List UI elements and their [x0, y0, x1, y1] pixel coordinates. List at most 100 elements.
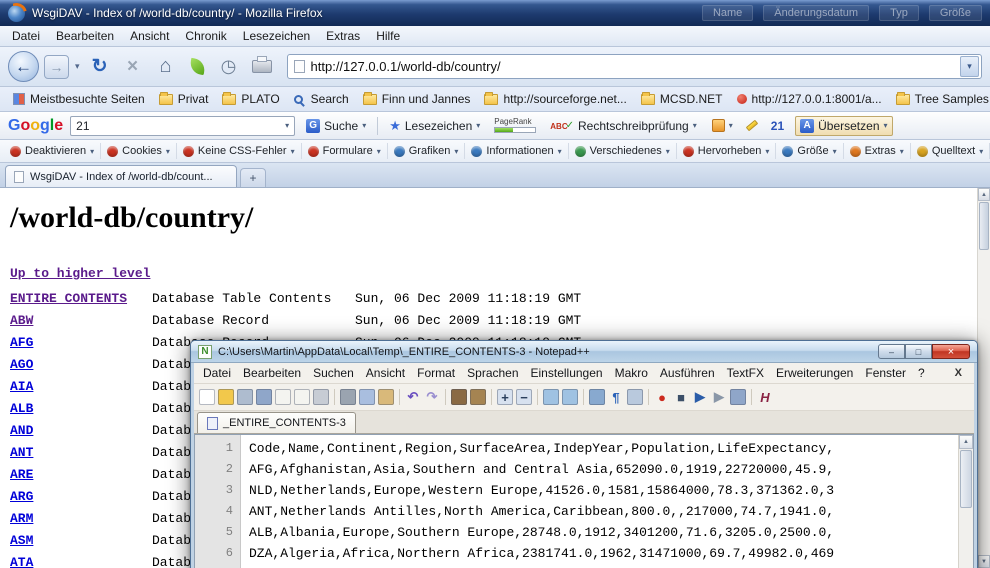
close-doc-icon[interactable] — [275, 389, 291, 405]
listing-link-ata[interactable]: ATA — [10, 555, 33, 568]
home-button[interactable]: ⌂ — [152, 53, 180, 81]
play-macro-icon[interactable]: ▶ — [692, 389, 708, 405]
listing-link-are[interactable]: ARE — [10, 467, 33, 482]
notepad-menu-erweiterungen[interactable]: Erweiterungen — [770, 364, 859, 382]
autofill-button[interactable]: ▾ — [708, 117, 737, 134]
bookmark-search[interactable]: Search — [287, 90, 356, 108]
google-search-input[interactable]: 21 ▾ — [70, 116, 295, 136]
scroll-up-button[interactable]: ▲ — [978, 188, 990, 201]
listing-link-abw[interactable]: ABW — [10, 313, 33, 328]
reload-button[interactable]: ↻ — [86, 53, 114, 81]
print-icon[interactable] — [252, 60, 272, 73]
notepad-menu-bearbeiten[interactable]: Bearbeiten — [237, 364, 307, 382]
reload-timer-icon[interactable]: ◷ — [215, 53, 243, 81]
sync-vertical-icon[interactable] — [543, 389, 559, 405]
menu-datei[interactable]: Datei — [4, 27, 48, 45]
listing-link-aia[interactable]: AIA — [10, 379, 33, 394]
word-find-button[interactable]: 21 — [767, 117, 788, 135]
replace-icon[interactable] — [470, 389, 486, 405]
run-macro-multiple-icon[interactable]: ▶ — [711, 389, 727, 405]
show-all-characters-icon[interactable]: ¶ — [608, 389, 624, 405]
listing-link-alb[interactable]: ALB — [10, 401, 33, 416]
google-bookmarks-button[interactable]: ★ Lesezeichen ▾ — [385, 116, 484, 136]
webdev-hervorheben[interactable]: Hervorheben▾ — [677, 143, 777, 159]
save-icon[interactable] — [237, 389, 253, 405]
webdev-gr-e[interactable]: Größe▾ — [776, 143, 843, 159]
webdev-informationen[interactable]: Informationen▾ — [465, 143, 568, 159]
bookmark-finn-und-jannes[interactable]: Finn und Jannes — [356, 90, 478, 108]
history-dropdown-button[interactable]: ▾ — [74, 61, 81, 72]
zoom-in-icon[interactable]: + — [497, 389, 513, 405]
find-icon[interactable] — [451, 389, 467, 405]
notepad-menu-ansicht[interactable]: Ansicht — [360, 364, 411, 382]
menubar-close-button[interactable]: X — [946, 367, 971, 379]
listing-link-and[interactable]: AND — [10, 423, 33, 438]
up-to-higher-level-link[interactable]: Up to higher level — [10, 266, 150, 281]
redo-icon[interactable]: ↷ — [424, 389, 440, 405]
notepad-menu-datei[interactable]: Datei — [197, 364, 237, 382]
tab-wsgidav-index[interactable]: WsgiDAV - Index of /world-db/count... — [5, 165, 237, 187]
scroll-down-button[interactable]: ▼ — [978, 555, 990, 568]
stop-recording-icon[interactable]: ■ — [673, 389, 689, 405]
spellcheck-button[interactable]: ABC✓ Rechtschreibprüfung ▾ — [546, 117, 700, 135]
bookmark-http-sourceforge-net[interactable]: http://sourceforge.net... — [477, 90, 633, 108]
listing-link-asm[interactable]: ASM — [10, 533, 33, 548]
webdev-keine-css-fehler[interactable]: Keine CSS-Fehler▾ — [177, 143, 302, 159]
webdev-extras[interactable]: Extras▾ — [844, 143, 911, 159]
open-folder-icon[interactable] — [218, 389, 234, 405]
minimize-button[interactable]: – — [878, 344, 905, 359]
code-area[interactable]: Code,Name,Continent,Region,SurfaceArea,I… — [241, 435, 958, 568]
scroll-up-button[interactable]: ▲ — [959, 435, 973, 449]
google-search-button[interactable]: G Suche ▾ — [302, 117, 370, 135]
save-all-icon[interactable] — [256, 389, 272, 405]
notepad-menu-help[interactable]: ? — [912, 364, 931, 382]
menu-bearbeiten[interactable]: Bearbeiten — [48, 27, 122, 45]
listing-link-arm[interactable]: ARM — [10, 511, 33, 526]
bookmark-privat[interactable]: Privat — [152, 90, 216, 108]
webdev-deaktivieren[interactable]: Deaktivieren▾ — [4, 143, 101, 159]
close-all-docs-icon[interactable] — [294, 389, 310, 405]
word-wrap-icon[interactable] — [589, 389, 605, 405]
menu-extras[interactable]: Extras — [318, 27, 368, 45]
bookmark-plato[interactable]: PLATO — [215, 90, 286, 108]
notepad-menu-format[interactable]: Format — [411, 364, 461, 382]
copy-icon[interactable] — [359, 389, 375, 405]
webdev-verschiedenes[interactable]: Verschiedenes▾ — [569, 143, 677, 159]
notepad-menu-makro[interactable]: Makro — [609, 364, 654, 382]
webdev-grafiken[interactable]: Grafiken▾ — [388, 143, 466, 159]
forward-button[interactable]: → — [44, 55, 69, 79]
url-text[interactable]: http://127.0.0.1/world-db/country/ — [311, 59, 954, 74]
notepad-menu-fenster[interactable]: Fenster — [859, 364, 912, 382]
notepad-titlebar[interactable]: N C:\Users\Martin\AppData\Local\Temp\_EN… — [191, 341, 977, 363]
scrollbar-thumb[interactable] — [979, 202, 989, 250]
menu-lesezeichen[interactable]: Lesezeichen — [235, 27, 318, 45]
new-file-icon[interactable] — [199, 389, 215, 405]
menu-ansicht[interactable]: Ansicht — [122, 27, 177, 45]
bookmark-meistbesuchte-seiten[interactable]: Meistbesuchte Seiten — [6, 90, 152, 108]
notepad-menu-sprachen[interactable]: Sprachen — [461, 364, 524, 382]
menu-chronik[interactable]: Chronik — [177, 27, 234, 45]
listing-link-ago[interactable]: AGO — [10, 357, 33, 372]
webdev-formulare[interactable]: Formulare▾ — [302, 143, 388, 159]
notepad-menu-einstellungen[interactable]: Einstellungen — [525, 364, 609, 382]
stop-button[interactable]: × — [119, 53, 147, 81]
notepad-menu-ausf-hren[interactable]: Ausführen — [654, 364, 721, 382]
bookmark-http-127-0-0-1-8001-a[interactable]: http://127.0.0.1:8001/a... — [730, 90, 889, 108]
page-scrollbar[interactable]: ▲ ▼ — [977, 188, 990, 568]
notepad-menu-textfx[interactable]: TextFX — [721, 364, 770, 382]
save-macro-icon[interactable] — [730, 389, 746, 405]
editor[interactable]: 123456 Code,Name,Continent,Region,Surfac… — [194, 434, 974, 568]
undo-icon[interactable]: ↶ — [405, 389, 421, 405]
sync-horizontal-icon[interactable] — [562, 389, 578, 405]
maximize-button[interactable]: □ — [905, 344, 932, 359]
new-tab-button[interactable]: + — [240, 168, 266, 187]
textfx-icon[interactable]: H — [757, 389, 773, 405]
listing-link-ant[interactable]: ANT — [10, 445, 33, 460]
pagerank-indicator[interactable]: PageRank — [491, 117, 539, 134]
document-tab[interactable]: _ENTIRE_CONTENTS-3 — [197, 412, 356, 433]
bookmark-tree-samples[interactable]: Tree Samples — [889, 90, 990, 108]
sage-rss-icon[interactable] — [188, 58, 205, 75]
firefox-titlebar[interactable]: WsgiDAV - Index of /world-db/country/ - … — [0, 0, 990, 26]
back-button[interactable]: ← — [8, 51, 39, 82]
print-icon[interactable] — [313, 389, 329, 405]
